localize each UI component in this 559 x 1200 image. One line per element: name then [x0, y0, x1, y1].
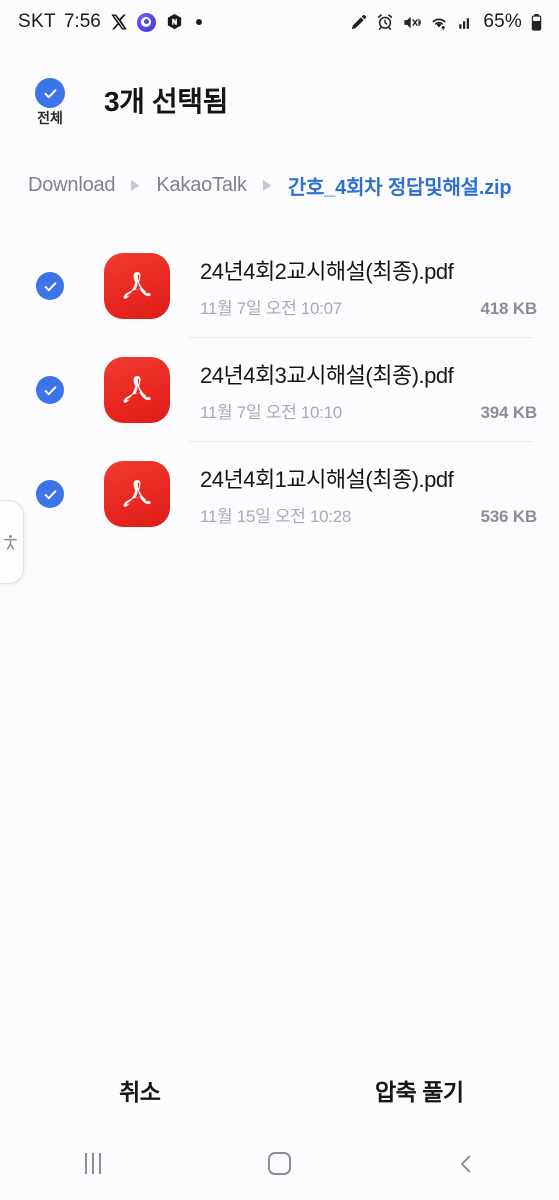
battery-percent-label: 65%	[483, 11, 522, 32]
table-row[interactable]: 24년4회3교시해설(최종).pdf 11월 7일 오전 10:10 394 K…	[0, 338, 559, 442]
chat-app-icon	[136, 12, 156, 32]
file-date: 11월 15일 오전 10:28	[200, 506, 352, 526]
phone-screen: SKT 7:56 65% 전체 3개 선택됨 Download KakaoTal…	[0, 0, 559, 1200]
select-all-checkbox[interactable]: 전체	[27, 78, 73, 125]
back-button[interactable]	[373, 1152, 559, 1176]
naver-app-icon	[165, 13, 184, 32]
extract-button[interactable]: 압축 풀기	[280, 1073, 559, 1107]
pdf-file-icon	[104, 357, 170, 423]
file-list: 24년4회2교시해설(최종).pdf 11월 7일 오전 10:07 418 K…	[0, 234, 559, 546]
chevron-right-icon	[129, 179, 142, 192]
x-twitter-icon	[110, 13, 128, 31]
status-bar-right: 65%	[350, 11, 543, 33]
file-name: 24년4회1교시해설(최종).pdf	[200, 466, 454, 492]
select-all-label: 전체	[37, 110, 63, 126]
file-size: 418 KB	[480, 298, 538, 318]
file-subline: 11월 7일 오전 10:07 418 KB	[200, 294, 537, 319]
accessibility-icon	[4, 534, 17, 550]
row-checkbox[interactable]	[36, 272, 64, 300]
accessibility-floating-tab[interactable]	[0, 500, 24, 584]
page-title: 3개 선택됨	[104, 86, 228, 117]
table-row[interactable]: 24년4회2교시해설(최종).pdf 11월 7일 오전 10:07 418 K…	[0, 234, 559, 338]
back-icon	[460, 1155, 470, 1172]
file-meta: 24년4회1교시해설(최종).pdf 11월 15일 오전 10:28 536 …	[200, 462, 559, 527]
pdf-file-icon	[104, 253, 170, 319]
recents-button[interactable]	[0, 1153, 186, 1174]
dot-indicator-icon	[195, 19, 202, 25]
file-name: 24년4회2교시해설(최종).pdf	[200, 258, 454, 284]
pdf-file-icon	[104, 461, 170, 527]
recents-icon	[85, 1153, 102, 1174]
system-navigation-bar	[0, 1127, 559, 1200]
status-bar: SKT 7:56 65%	[0, 0, 559, 44]
file-subline: 11월 7일 오전 10:10 394 KB	[200, 398, 537, 423]
clock-label: 7:56	[63, 11, 101, 32]
carrier-label: SKT	[18, 11, 56, 32]
breadcrumb: Download KakaoTalk 간호_4회차 정답및해설.zip	[28, 170, 548, 200]
file-meta: 24년4회2교시해설(최종).pdf 11월 7일 오전 10:07 418 K…	[200, 254, 559, 319]
breadcrumb-item-current-zip[interactable]: 간호_4회차 정답및해설.zip	[288, 171, 512, 200]
status-bar-left: SKT 7:56	[18, 11, 202, 33]
file-date: 11월 7일 오전 10:07	[200, 298, 342, 318]
breadcrumb-item-download[interactable]: Download	[28, 174, 116, 197]
signal-bars-icon	[457, 13, 475, 31]
file-size: 394 KB	[480, 402, 538, 422]
checkmark-circle-icon[interactable]	[35, 78, 65, 108]
pencil-icon	[350, 13, 368, 31]
file-subline: 11월 15일 오전 10:28 536 KB	[200, 502, 537, 527]
file-date: 11월 7일 오전 10:10	[200, 402, 342, 422]
mute-vibrate-icon	[402, 13, 422, 32]
action-bar: 취소 압축 풀기	[0, 1053, 559, 1127]
file-name: 24년4회3교시해설(최종).pdf	[200, 362, 454, 388]
table-row[interactable]: 24년4회1교시해설(최종).pdf 11월 15일 오전 10:28 536 …	[0, 442, 559, 546]
chevron-right-icon-2	[261, 179, 274, 192]
selection-header: 전체 3개 선택됨	[0, 46, 559, 146]
row-checkbox[interactable]	[36, 376, 64, 404]
home-icon	[267, 1152, 291, 1175]
file-size: 536 KB	[480, 506, 538, 526]
row-checkbox[interactable]	[36, 480, 64, 508]
breadcrumb-item-kakaotalk[interactable]: KakaoTalk	[156, 174, 247, 197]
file-meta: 24년4회3교시해설(최종).pdf 11월 7일 오전 10:10 394 K…	[200, 358, 559, 423]
battery-icon	[530, 13, 543, 32]
alarm-clock-icon	[376, 13, 394, 31]
wifi-icon	[429, 12, 449, 32]
home-button[interactable]	[186, 1152, 372, 1175]
cancel-button[interactable]: 취소	[0, 1073, 280, 1107]
